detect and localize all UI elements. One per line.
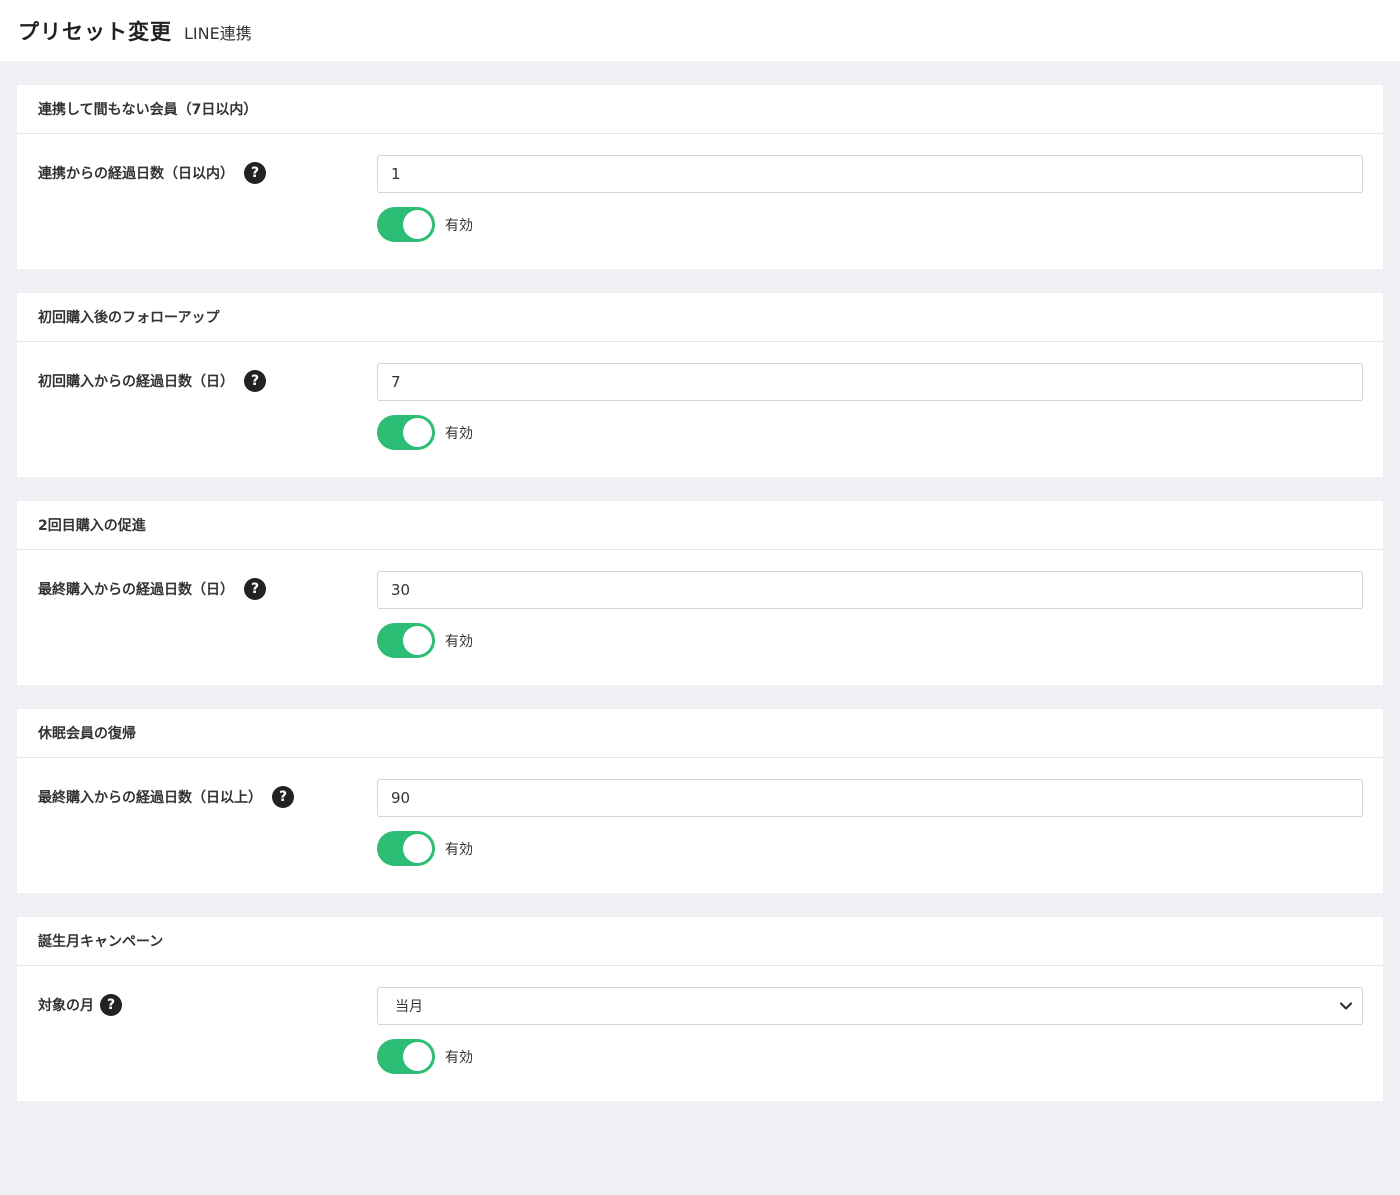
section-card-birthday-campaign: 誕生月キャンペーン 対象の月 ? 当月 有効: [17, 917, 1383, 1101]
page-title: プリセット変更: [18, 19, 172, 44]
enabled-toggle-row: 有効: [377, 207, 473, 242]
section-title: 休眠会員の復帰: [17, 709, 1383, 758]
section-card-first-purchase-followup: 初回購入後のフォローアップ 初回購入からの経過日数（日） ? 有効: [17, 293, 1383, 477]
section-card-dormant-members: 休眠会員の復帰 最終購入からの経過日数（日以上） ? 有効: [17, 709, 1383, 893]
toggle-knob: [403, 626, 432, 655]
enabled-toggle-row: 有効: [377, 623, 473, 658]
question-circle-icon[interactable]: ?: [272, 786, 294, 808]
section-body: 最終購入からの経過日数（日以上） ? 有効: [17, 758, 1383, 893]
section-body: 連携からの経過日数（日以内） ? 有効: [17, 134, 1383, 269]
enabled-toggle-row: 有効: [377, 415, 473, 450]
toggle-knob: [403, 1042, 432, 1071]
toggle-label: 有効: [445, 217, 473, 234]
section-title: 2回目購入の促進: [17, 501, 1383, 550]
toggle-label: 有効: [445, 425, 473, 442]
section-card-second-purchase: 2回目購入の促進 最終購入からの経過日数（日） ? 有効: [17, 501, 1383, 685]
question-circle-icon[interactable]: ?: [100, 994, 122, 1016]
field-label: 対象の月: [38, 998, 94, 1014]
target-month-select[interactable]: 当月: [377, 987, 1363, 1025]
enabled-toggle[interactable]: [377, 415, 435, 450]
field-label-container: 最終購入からの経過日数（日以上） ?: [38, 786, 294, 808]
section-title: 連携して間もない会員（7日以内）: [17, 85, 1383, 134]
enabled-toggle[interactable]: [377, 1039, 435, 1074]
section-card-recent-members: 連携して間もない会員（7日以内） 連携からの経過日数（日以内） ? 有効: [17, 85, 1383, 269]
toggle-knob: [403, 210, 432, 239]
chevron-down-icon: [1339, 1002, 1353, 1010]
field-label: 最終購入からの経過日数（日以上）: [38, 790, 262, 806]
toggle-knob: [403, 418, 432, 447]
field-label-container: 初回購入からの経過日数（日） ?: [38, 370, 266, 392]
section-title: 初回購入後のフォローアップ: [17, 293, 1383, 342]
days-since-last-purchase-input[interactable]: [377, 571, 1363, 609]
page-subtitle: LINE連携: [184, 24, 252, 43]
page-header: プリセット変更 LINE連携: [0, 0, 1400, 61]
field-label: 初回購入からの経過日数（日）: [38, 374, 234, 390]
enabled-toggle-row: 有効: [377, 1039, 473, 1074]
days-since-last-purchase-min-input[interactable]: [377, 779, 1363, 817]
enabled-toggle[interactable]: [377, 207, 435, 242]
field-label: 最終購入からの経過日数（日）: [38, 582, 234, 598]
question-circle-icon[interactable]: ?: [244, 370, 266, 392]
field-label-container: 連携からの経過日数（日以内） ?: [38, 162, 266, 184]
section-body: 初回購入からの経過日数（日） ? 有効: [17, 342, 1383, 477]
enabled-toggle[interactable]: [377, 831, 435, 866]
section-title: 誕生月キャンペーン: [17, 917, 1383, 966]
question-circle-icon[interactable]: ?: [244, 578, 266, 600]
section-body: 最終購入からの経過日数（日） ? 有効: [17, 550, 1383, 685]
field-label-container: 最終購入からの経過日数（日） ?: [38, 578, 266, 600]
select-value: 当月: [395, 999, 423, 1015]
toggle-label: 有効: [445, 1049, 473, 1066]
enabled-toggle[interactable]: [377, 623, 435, 658]
field-label: 連携からの経過日数（日以内）: [38, 166, 234, 182]
section-body: 対象の月 ? 当月 有効: [17, 966, 1383, 1101]
toggle-label: 有効: [445, 841, 473, 858]
days-since-link-input[interactable]: [377, 155, 1363, 193]
toggle-label: 有効: [445, 633, 473, 650]
days-since-first-purchase-input[interactable]: [377, 363, 1363, 401]
toggle-knob: [403, 834, 432, 863]
field-label-container: 対象の月 ?: [38, 994, 122, 1016]
enabled-toggle-row: 有効: [377, 831, 473, 866]
question-circle-icon[interactable]: ?: [244, 162, 266, 184]
